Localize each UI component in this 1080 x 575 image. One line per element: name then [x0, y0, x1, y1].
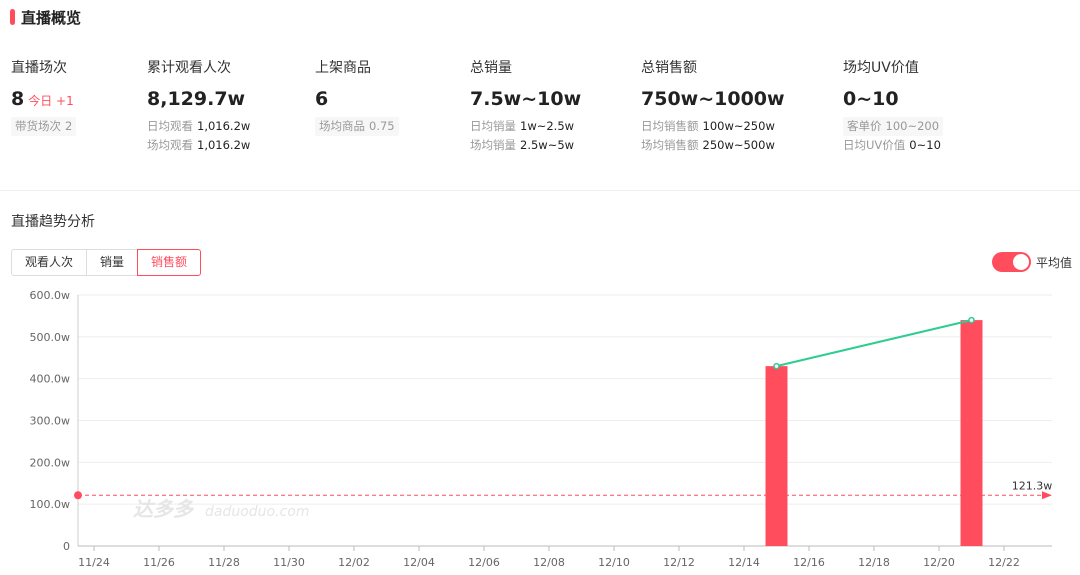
x-tick-label: 11/28 [208, 556, 240, 569]
stat-value: 8 今日 +1 [11, 88, 74, 110]
x-tick-label: 12/22 [988, 556, 1020, 569]
tab-views[interactable]: 观看人次 [11, 249, 88, 276]
x-tick-label: 12/16 [793, 556, 825, 569]
y-tick-label: 400.0w [30, 373, 71, 386]
title-accent-bar [10, 9, 15, 25]
y-tick-label: 200.0w [30, 456, 71, 469]
stat-label: 总销量 [470, 60, 512, 76]
toggle-knob [1012, 254, 1029, 270]
x-tick-label: 12/12 [663, 556, 695, 569]
y-tick-label: 300.0w [30, 415, 71, 428]
stat-sub: 日均观看 1,016.2w 场均观看 1,016.2w [147, 119, 251, 152]
trend-line [776, 319, 972, 368]
y-tick-label: 100.0w [30, 498, 71, 511]
x-tick-label: 12/10 [598, 556, 630, 569]
stat-total-gmv: 总销售额 750w~1000w 日均销售额 100w~250w 场均销售额 250w… [641, 58, 785, 155]
stat-label: 总销售额 [641, 60, 697, 76]
y-tick-label: 500.0w [30, 331, 71, 344]
section-divider [0, 190, 1080, 191]
average-marker [74, 491, 82, 500]
average-toggle-group: 平均值 [991, 252, 1072, 272]
watermark-url: daduoduo.com [205, 504, 309, 520]
stat-total-views: 累计观看人次 8,129.7w 日均观看 1,016.2w 场均观看 1,016.2… [147, 58, 250, 155]
average-toggle[interactable] [991, 252, 1031, 272]
x-tick-label: 12/08 [533, 556, 565, 569]
tab-sales-amount[interactable]: 销售额 [137, 249, 202, 276]
x-tick-label: 12/06 [468, 556, 500, 569]
trend-point [968, 316, 975, 324]
x-tick-label: 12/18 [858, 556, 890, 569]
stat-sub: 带货场次 2 [11, 117, 77, 136]
stat-label: 场均UV价值 [843, 60, 919, 76]
page-title: 直播概览 [21, 8, 82, 27]
stat-value: 750w~1000w [641, 88, 785, 110]
y-tick-label: 0 [63, 540, 70, 553]
average-label: 121.3w [1012, 479, 1053, 492]
metric-tabs: 观看人次 销量 销售额 [11, 249, 202, 276]
trend-section-title: 直播趋势分析 [11, 214, 95, 230]
sales-trend-chart: 0 100.0w 200.0w 300.0w 400.0w 500.0w 600.0w 11/… [30, 289, 1053, 569]
stat-products: 上架商品 6 场均商品 0.75 [315, 58, 399, 136]
average-arrow [1042, 491, 1052, 500]
stat-sub: 客单价 100~200 日均UV价值 0~10 [843, 117, 944, 155]
stat-sub: 日均销售额 100w~250w 场均销售额 250w~500w [641, 119, 775, 152]
stat-label: 上架商品 [315, 60, 371, 76]
stat-value: 0~10 [843, 88, 899, 110]
trend-point [773, 362, 780, 370]
x-tick-label: 12/20 [923, 556, 955, 569]
stat-label: 累计观看人次 [147, 60, 231, 76]
stat-live-sessions: 直播场次 8 今日 +1 带货场次 2 [11, 58, 77, 136]
y-tick-label: 600.0w [30, 289, 71, 302]
overview-header: 直播概览 [10, 6, 81, 28]
stat-label: 直播场次 [11, 60, 67, 76]
x-tick-label: 11/24 [78, 556, 110, 569]
stat-value: 7.5w~10w [470, 88, 582, 110]
stat-sub: 日均销量 1w~2.5w 场均销量 2.5w~5w [470, 119, 575, 152]
x-tick-label: 12/14 [728, 556, 760, 569]
watermark-logo: 达多多 [133, 497, 195, 521]
sales-bar [960, 320, 983, 546]
x-tick-label: 11/26 [143, 556, 175, 569]
stat-sub: 场均商品 0.75 [315, 117, 399, 136]
stat-value: 6 [315, 88, 329, 110]
tab-sales-volume[interactable]: 销量 [86, 249, 139, 276]
stats-panel: 直播场次 8 今日 +1 带货场次 2 累计观看人次 8,129.7w 日均观看 1,… [11, 58, 1071, 170]
x-tick-label: 12/04 [403, 556, 435, 569]
stat-value: 8,129.7w [147, 88, 246, 110]
x-tick-label: 12/02 [338, 556, 370, 569]
stat-total-sales: 总销量 7.5w~10w 日均销量 1w~2.5w 场均销量 2.5w~5w [470, 58, 581, 155]
sales-bar [765, 366, 788, 546]
average-toggle-label: 平均值 [1035, 255, 1072, 270]
today-badge: 今日 +1 [28, 94, 74, 108]
stat-uv-value: 场均UV价值 0~10 客单价 100~200 日均UV价值 0~10 [843, 58, 944, 155]
x-tick-label: 11/30 [273, 556, 305, 569]
